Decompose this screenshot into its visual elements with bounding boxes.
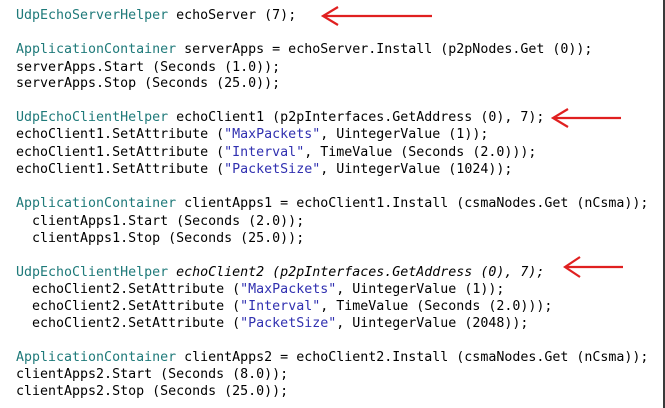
code-line: echoClient2.SetAttribute ("MaxPackets", …	[16, 282, 504, 298]
code-line: echoClient2.SetAttribute ("Interval", Ti…	[16, 299, 552, 315]
code-token: clientApps2 = echoClient2.Install (csmaN…	[176, 350, 649, 365]
code-line: UdpEchoServerHelper echoServer (7);	[16, 8, 296, 24]
code-line: clientApps1.Start (Seconds (2.0));	[16, 214, 305, 229]
code-token: echoClient1.SetAttribute (	[16, 162, 225, 177]
code-token: echoClient2.SetAttribute (	[16, 282, 241, 297]
code-token: , UintegerValue (1024));	[320, 162, 513, 177]
code-token: echoServer (7);	[168, 8, 297, 23]
code-token: echoClient2.SetAttribute (	[16, 299, 241, 314]
code-line: ApplicationContainer clientApps2 = echoC…	[16, 350, 648, 366]
red-arrow-icon	[550, 108, 621, 128]
code-line: echoClient1.SetAttribute ("PacketSize", …	[16, 162, 512, 178]
code-token: echoClient1.SetAttribute (	[16, 127, 225, 142]
code-token-string: "Interval"	[240, 299, 321, 314]
code-token: serverApps = echoServer.Install (p2pNode…	[176, 42, 593, 57]
code-line: echoClient2.SetAttribute ("PacketSize", …	[16, 316, 528, 332]
code-token: echoClient1 (p2pInterfaces.GetAddress (0…	[168, 110, 545, 125]
code-token-string: "MaxPackets"	[224, 127, 321, 142]
code-line: echoClient1.SetAttribute ("MaxPackets", …	[16, 127, 488, 143]
code-token-string: "PacketSize"	[224, 162, 321, 177]
code-token-string: "MaxPackets"	[240, 282, 337, 297]
code-line: clientApps1.Stop (Seconds (25.0));	[16, 231, 305, 246]
code-token: , TimeValue (Seconds (2.0)));	[304, 145, 537, 160]
code-token-type: UdpEchoClientHelper	[16, 265, 169, 280]
code-line: clientApps2.Start (Seconds (8.0));	[16, 367, 289, 382]
code-line: serverApps.Stop (Seconds (25.0));	[16, 76, 281, 91]
code-line: serverApps.Start (Seconds (1.0));	[16, 60, 281, 75]
code-token: echoClient2.SetAttribute (	[16, 316, 241, 331]
code-token-type: ApplicationContainer	[16, 196, 177, 211]
code-token-type: ApplicationContainer	[16, 42, 177, 57]
red-arrow-icon	[563, 256, 623, 278]
code-token-type: UdpEchoClientHelper	[16, 110, 169, 125]
code-line: UdpEchoClientHelper echoClient2 (p2pInte…	[16, 265, 544, 281]
code-token-string: "PacketSize"	[240, 316, 337, 331]
code-editor: UdpEchoServerHelper echoServer (7); Appl…	[0, 0, 665, 408]
code-token: echoClient1.SetAttribute (	[16, 145, 225, 160]
code-line: echoClient1.SetAttribute ("Interval", Ti…	[16, 145, 536, 161]
code-line: UdpEchoClientHelper echoClient1 (p2pInte…	[16, 110, 544, 126]
code-token: , UintegerValue (1));	[336, 282, 505, 297]
code-token-type: ApplicationContainer	[16, 350, 177, 365]
code-token: , UintegerValue (1));	[320, 127, 489, 142]
code-token: clientApps1 = echoClient1.Install (csmaN…	[176, 196, 649, 211]
red-arrow-icon	[320, 6, 432, 26]
code-token: , TimeValue (Seconds (2.0)));	[320, 299, 553, 314]
code-token-type: UdpEchoServerHelper	[16, 8, 169, 23]
code-token: , UintegerValue (2048));	[336, 316, 529, 331]
code-token: echoClient2 (p2pInterfaces.GetAddress (0…	[168, 265, 545, 280]
code-line: ApplicationContainer serverApps = echoSe…	[16, 42, 592, 58]
code-line: clientApps2.Stop (Seconds (25.0));	[16, 384, 289, 399]
code-line: ApplicationContainer clientApps1 = echoC…	[16, 196, 648, 212]
code-token-string: "Interval"	[224, 145, 305, 160]
